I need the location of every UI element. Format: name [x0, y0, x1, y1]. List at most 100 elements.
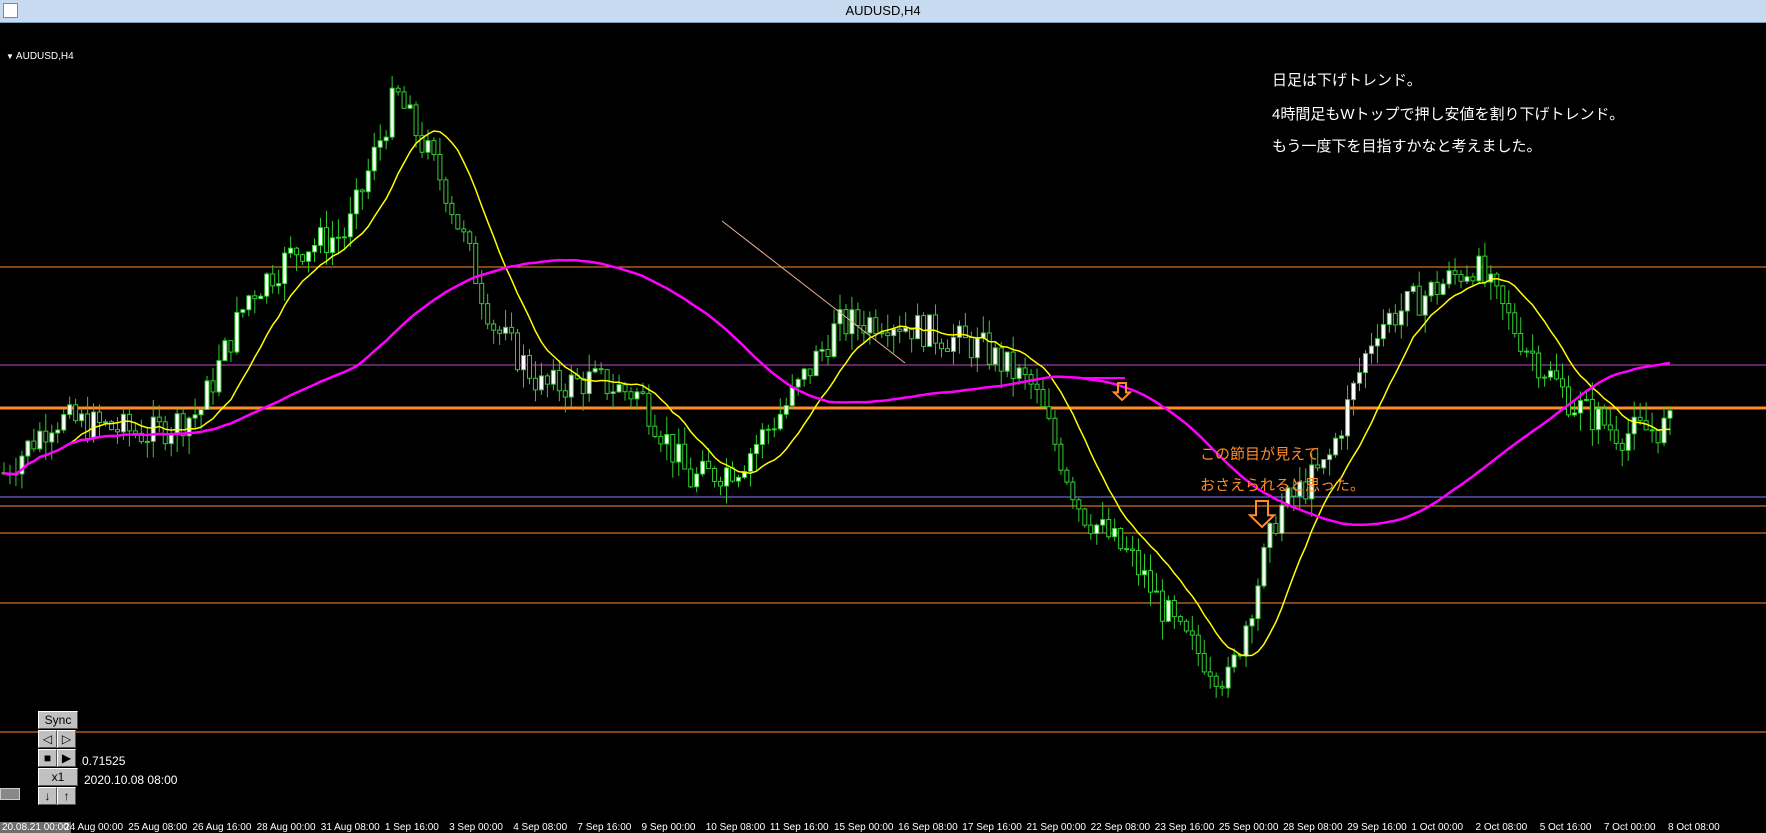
candle-body [377, 140, 383, 148]
x-axis-label: 11 Sep 16:00 [769, 822, 829, 833]
candle-body [1106, 519, 1112, 538]
candle-body [801, 368, 807, 380]
candle-body [586, 371, 592, 395]
candle-body [664, 434, 670, 445]
candle-body [1034, 383, 1040, 390]
step-forward-icon[interactable]: ▷ [57, 730, 76, 748]
candle-body [706, 460, 712, 470]
chart-area[interactable]: ▼ AUDUSD,H4 日足は下げトレンド。 4時間足もWトップで押し安値を割り下… [0, 23, 1766, 833]
candle-body [1339, 435, 1345, 439]
x-axis-label: 25 Sep 00:00 [1218, 822, 1279, 833]
candle-body [300, 254, 306, 262]
dropdown-triangle-icon[interactable]: ▼ [6, 52, 14, 61]
candle-body [1631, 416, 1637, 435]
candle-body [103, 421, 109, 424]
candle-body [670, 434, 676, 463]
candle-body [1333, 437, 1339, 456]
candle-body [1273, 522, 1279, 534]
candle-body [407, 104, 413, 109]
stop-icon[interactable]: ■ [38, 749, 57, 767]
arrow-up-icon[interactable]: ↑ [57, 787, 76, 805]
candle-body [640, 391, 646, 394]
candle-body [652, 425, 658, 437]
candle-body [395, 87, 401, 93]
candle-body [1010, 351, 1016, 379]
candle-body [968, 337, 974, 359]
candle-body [210, 380, 216, 393]
candle-body [276, 283, 282, 287]
candle-body [461, 228, 467, 233]
candle-body [759, 429, 765, 446]
candle-body [1243, 625, 1249, 657]
x-axis-label: 7 Sep 16:00 [577, 822, 632, 833]
candle-body [55, 429, 61, 434]
candle-body [891, 328, 897, 337]
x-axis-label: 16 Sep 08:00 [898, 822, 958, 833]
candle-body [1207, 671, 1213, 677]
candle-body [1112, 527, 1118, 538]
candle-body [168, 433, 174, 445]
candle-body [682, 443, 688, 470]
candle-body [132, 430, 138, 434]
x-axis-label: 29 Sep 16:00 [1347, 822, 1407, 833]
candle-body [819, 349, 825, 352]
multiplier-button[interactable]: x1 [38, 768, 78, 786]
date-readout: 2020.10.08 08:00 [84, 773, 178, 787]
arrow-down-icon[interactable]: ↓ [38, 787, 57, 805]
candle-body [1571, 412, 1577, 416]
candle-body [933, 314, 939, 344]
candle-body [1565, 386, 1571, 416]
candle-body [1321, 459, 1327, 469]
sync-button[interactable]: Sync [38, 711, 78, 729]
candle-body [765, 428, 771, 431]
x-axis-label: 28 Aug 00:00 [256, 822, 316, 833]
candle-body [1267, 522, 1273, 549]
candle-body [562, 390, 568, 398]
candle-body [1351, 382, 1357, 401]
candle-body [497, 329, 503, 334]
candle-body [544, 375, 550, 385]
candle-body [724, 467, 730, 487]
candle-body [735, 476, 741, 482]
candle-body [1380, 324, 1386, 340]
candle-body [1374, 338, 1380, 347]
candle-body [509, 326, 515, 334]
candle-body [646, 392, 652, 427]
candle-body [1046, 406, 1052, 419]
candle-body [485, 303, 491, 325]
candle-body [1518, 332, 1524, 352]
candle-body [1554, 370, 1560, 380]
candle-body [1052, 417, 1058, 445]
candle-body [1058, 443, 1064, 471]
play-icon[interactable]: ▶ [57, 749, 76, 767]
candle-body [312, 244, 318, 253]
x-axis-label: 26 Aug 16:00 [192, 822, 252, 833]
annotation-line-2: おさえられると思った。 [1200, 477, 1366, 494]
candle-body [1279, 504, 1285, 534]
candle-body [1655, 430, 1661, 444]
x-axis-label: 28 Sep 08:00 [1283, 822, 1343, 833]
candle-body [550, 369, 556, 385]
candle-body [79, 413, 85, 422]
candle-body [97, 411, 103, 424]
step-back-icon[interactable]: ◁ [38, 730, 57, 748]
candle-body [353, 189, 359, 215]
candle-body [1494, 273, 1500, 287]
candle-body [1004, 351, 1010, 372]
candle-body [1159, 590, 1165, 622]
candle-body [85, 413, 91, 439]
candle-body [1625, 433, 1631, 451]
candle-body [144, 440, 150, 443]
candle-body [1398, 310, 1404, 326]
candle-body [1422, 295, 1428, 316]
candle-body [1118, 527, 1124, 550]
candle-body [1130, 548, 1136, 552]
candle-body [825, 349, 831, 357]
candle-body [1165, 599, 1171, 622]
x-axis-label: 7 Oct 00:00 [1603, 822, 1656, 833]
scroll-handle[interactable] [0, 788, 20, 800]
candle-body [873, 317, 879, 335]
candle-body [1583, 398, 1589, 402]
x-axis-label: 22 Sep 08:00 [1090, 822, 1151, 833]
candle-body [998, 347, 1004, 372]
